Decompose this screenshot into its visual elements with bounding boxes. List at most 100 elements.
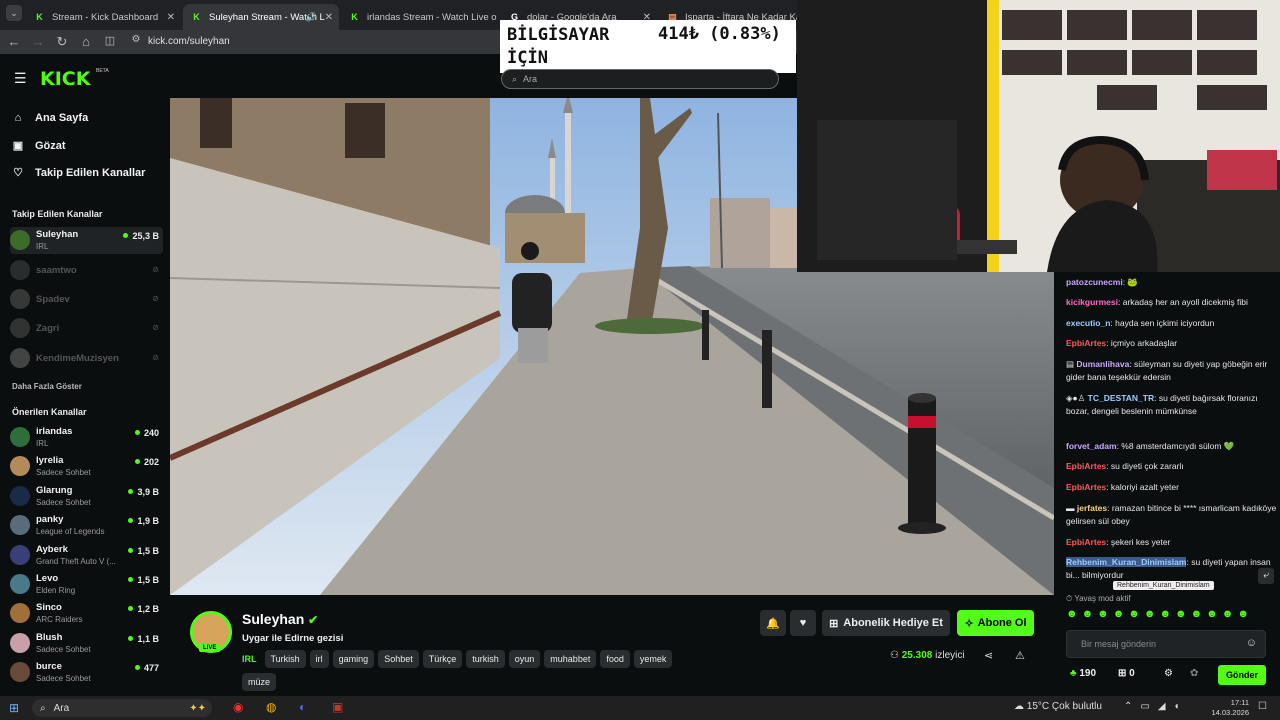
recommended-channel[interactable]: Levo Elden Ring 1,5 B bbox=[10, 571, 163, 598]
chrome-app-icon[interactable]: ◍ bbox=[266, 700, 276, 714]
viewer-count-label: izleyici bbox=[935, 650, 965, 661]
channel-name: Glarung bbox=[36, 485, 73, 496]
recorder-app-icon[interactable]: ◉ bbox=[233, 700, 243, 714]
points-display[interactable]: ♣ 190 bbox=[1070, 668, 1096, 679]
system-tray-icons[interactable]: ⌃▭◢◖ bbox=[1124, 701, 1188, 712]
tag[interactable]: food bbox=[600, 650, 630, 668]
recommended-channel[interactable]: burce Sadece Sohbet 477 bbox=[10, 659, 163, 686]
notification-bell-button[interactable]: 🔔 bbox=[760, 610, 786, 636]
nav-browse[interactable]: ▣ Gözat bbox=[12, 139, 66, 153]
chat-text: şekeri kes yeter bbox=[1110, 537, 1171, 547]
chat-username[interactable]: Rehbenim_Kuran_Dinimislam bbox=[1066, 557, 1187, 567]
url-field[interactable]: kick.com/suleyhan bbox=[148, 36, 230, 47]
category-link[interactable]: IRL bbox=[242, 654, 257, 664]
reload-icon[interactable]: ↻ bbox=[54, 34, 70, 50]
recommended-channel[interactable]: Sinco ARC Raiders 1,2 B bbox=[10, 600, 163, 627]
live-badge: LIVE bbox=[199, 644, 221, 652]
tag[interactable]: Sohbet bbox=[378, 650, 419, 668]
menu-icon[interactable]: ☰ bbox=[14, 70, 27, 87]
gift-sub-button[interactable]: ⊞ Abonelik Hediye Et bbox=[822, 610, 950, 636]
chat-username[interactable]: kicikgurmesi bbox=[1066, 297, 1118, 307]
chat-username[interactable]: executio_n bbox=[1066, 318, 1110, 328]
chat-username[interactable]: patozcunecmi bbox=[1066, 277, 1123, 287]
back-icon[interactable]: ← bbox=[6, 34, 22, 49]
recommended-channel[interactable]: irlandas IRL 240 bbox=[10, 424, 163, 451]
forward-icon[interactable]: → bbox=[30, 34, 46, 49]
chat-username[interactable]: Dumanlihava bbox=[1076, 359, 1129, 369]
chat-username[interactable]: EpbiArtes bbox=[1066, 338, 1106, 348]
chat-username[interactable]: EpbiArtes bbox=[1066, 482, 1106, 492]
stream-info: LIVE Suleyhan ✔ Uygar ile Edirne gezisi … bbox=[170, 595, 1054, 692]
scroll-to-bottom-icon[interactable]: ⤶ bbox=[1258, 568, 1274, 584]
tag[interactable]: irl bbox=[309, 650, 329, 668]
tag[interactable]: yemek bbox=[633, 650, 673, 668]
nav-home[interactable]: ⌂ Ana Sayfa bbox=[12, 112, 89, 124]
chat-message: ▤ Dumanlihava: süleyman su diyeti yap gö… bbox=[1066, 359, 1268, 382]
chat-text: su diyeti çok zararlı bbox=[1110, 461, 1184, 471]
tab-kick-dashboard[interactable]: K Stream - Kick Dashboard ✕ bbox=[26, 4, 181, 30]
followed-channel-suleyhan[interactable]: Suleyhan IRL 25,3 B bbox=[10, 227, 163, 254]
close-icon[interactable]: ✕ bbox=[325, 12, 333, 23]
chat-input[interactable]: Bir mesaj gönderin ☺ bbox=[1066, 630, 1266, 658]
chat-username[interactable]: EpbiArtes bbox=[1066, 461, 1106, 471]
emote-bar[interactable]: ☻☻☻☻☻☻☻☻☻☻☻☻ bbox=[1066, 608, 1278, 624]
report-icon[interactable]: ⚠ bbox=[1015, 649, 1025, 662]
recommended-channel[interactable]: lyrelia Sadece Sohbet 202 bbox=[10, 453, 163, 480]
clock[interactable]: 17:11 14.03.2026 bbox=[1203, 698, 1249, 718]
tag[interactable]: Turkish bbox=[264, 650, 306, 668]
recommended-channel[interactable]: Ayberk Grand Theft Auto V (... 1,5 B bbox=[10, 542, 163, 569]
chat-username[interactable]: forvet_adam bbox=[1066, 441, 1117, 451]
taskbar-search[interactable]: ⌕ Ara ✦✦ bbox=[32, 699, 212, 717]
followed-channel-offline[interactable]: Spadev ⊘ bbox=[10, 286, 163, 313]
tab-search-icon[interactable]: ⌄ bbox=[6, 5, 22, 21]
site-info-icon[interactable]: ⚙ bbox=[128, 34, 144, 45]
followed-channel-offline[interactable]: Zagri ⊘ bbox=[10, 315, 163, 342]
home-icon[interactable]: ⌂ bbox=[78, 34, 94, 49]
chat-username[interactable]: jerfates bbox=[1077, 503, 1107, 513]
chat-text: hayda sen içkimi iciyordun bbox=[1115, 318, 1215, 328]
windows-start-icon[interactable]: ⊞ bbox=[9, 701, 19, 715]
cloud-icon: ☁ bbox=[1014, 701, 1024, 712]
nav-following[interactable]: ♡ Takip Edilen Kanallar bbox=[12, 166, 145, 180]
tag[interactable]: turkish bbox=[466, 650, 505, 668]
chat-message: ◈●♙ TC_DESTAN_TR: su diyeti bağırsak flo… bbox=[1066, 393, 1258, 416]
tag[interactable]: gaming bbox=[332, 650, 375, 668]
sidepanel-icon[interactable]: ◫ bbox=[102, 34, 118, 47]
emote-picker-icon[interactable]: ✿ bbox=[1190, 668, 1198, 679]
followed-channel-offline[interactable]: KendimeMuzisyen ⊘ bbox=[10, 345, 163, 372]
chat-username[interactable]: TC_DESTAN_TR bbox=[1088, 393, 1154, 403]
tab-suleyhan[interactable]: K Suleyhan Stream - Watch L 🔊 ✕ bbox=[183, 4, 339, 30]
tab-label: irlandas Stream - Watch Live o bbox=[367, 11, 497, 23]
recommended-channel[interactable]: panky League of Legends 1,9 B bbox=[10, 512, 163, 539]
weather-widget[interactable]: ☁ 15°C Çok bulutlu bbox=[1014, 701, 1102, 712]
tag[interactable]: muhabbet bbox=[544, 650, 597, 668]
followed-channel-offline[interactable]: saamtwo ⊘ bbox=[10, 257, 163, 284]
gift-counter[interactable]: ⊞ 0 bbox=[1118, 668, 1135, 679]
recommended-channel[interactable]: Glarung Sadece Sohbet 3,9 B bbox=[10, 483, 163, 510]
kick-logo[interactable]: KICK bbox=[40, 68, 90, 90]
settings-icon[interactable]: ⚙ bbox=[1164, 668, 1173, 679]
tag[interactable]: Türkçe bbox=[422, 650, 463, 668]
streamer-name[interactable]: Suleyhan ✔ bbox=[242, 611, 318, 627]
send-button[interactable]: Gönder bbox=[1218, 665, 1266, 685]
follow-heart-button[interactable]: ♥ bbox=[790, 610, 816, 636]
tag[interactable]: müze bbox=[242, 673, 277, 691]
recommended-channel[interactable]: Blush Sadece Sohbet 1,1 B bbox=[10, 630, 163, 657]
gift-icon: ⊞ bbox=[829, 617, 839, 630]
chat-username[interactable]: EpbiArtes bbox=[1066, 537, 1106, 547]
show-more-link[interactable]: Daha Fazla Göster bbox=[12, 382, 82, 391]
tag[interactable]: oyun bbox=[508, 650, 541, 668]
discord-app-icon[interactable]: ◐ bbox=[299, 700, 306, 714]
app-icon[interactable]: ▣ bbox=[332, 700, 343, 714]
notification-icon[interactable]: ☐ bbox=[1258, 701, 1267, 712]
chat-message: ▬ jerfates: ramazan bitince bi **** ısma… bbox=[1066, 503, 1277, 526]
chat-message: kicikgurmesi: arkadaş her an ayoll dicek… bbox=[1066, 297, 1248, 307]
share-icon[interactable]: ⋖ bbox=[984, 649, 993, 662]
channel-name: Ayberk bbox=[36, 544, 68, 555]
emoji-icon[interactable]: ☺ bbox=[1246, 637, 1257, 649]
subscribe-button[interactable]: ✧ Abone Ol bbox=[957, 610, 1034, 636]
speaker-icon[interactable]: 🔊 bbox=[306, 12, 317, 23]
close-icon[interactable]: ✕ bbox=[167, 12, 175, 23]
overlay-search-input[interactable]: ⌕ Ara bbox=[501, 69, 779, 89]
tab-irlandas[interactable]: K irlandas Stream - Watch Live o bbox=[341, 4, 501, 30]
